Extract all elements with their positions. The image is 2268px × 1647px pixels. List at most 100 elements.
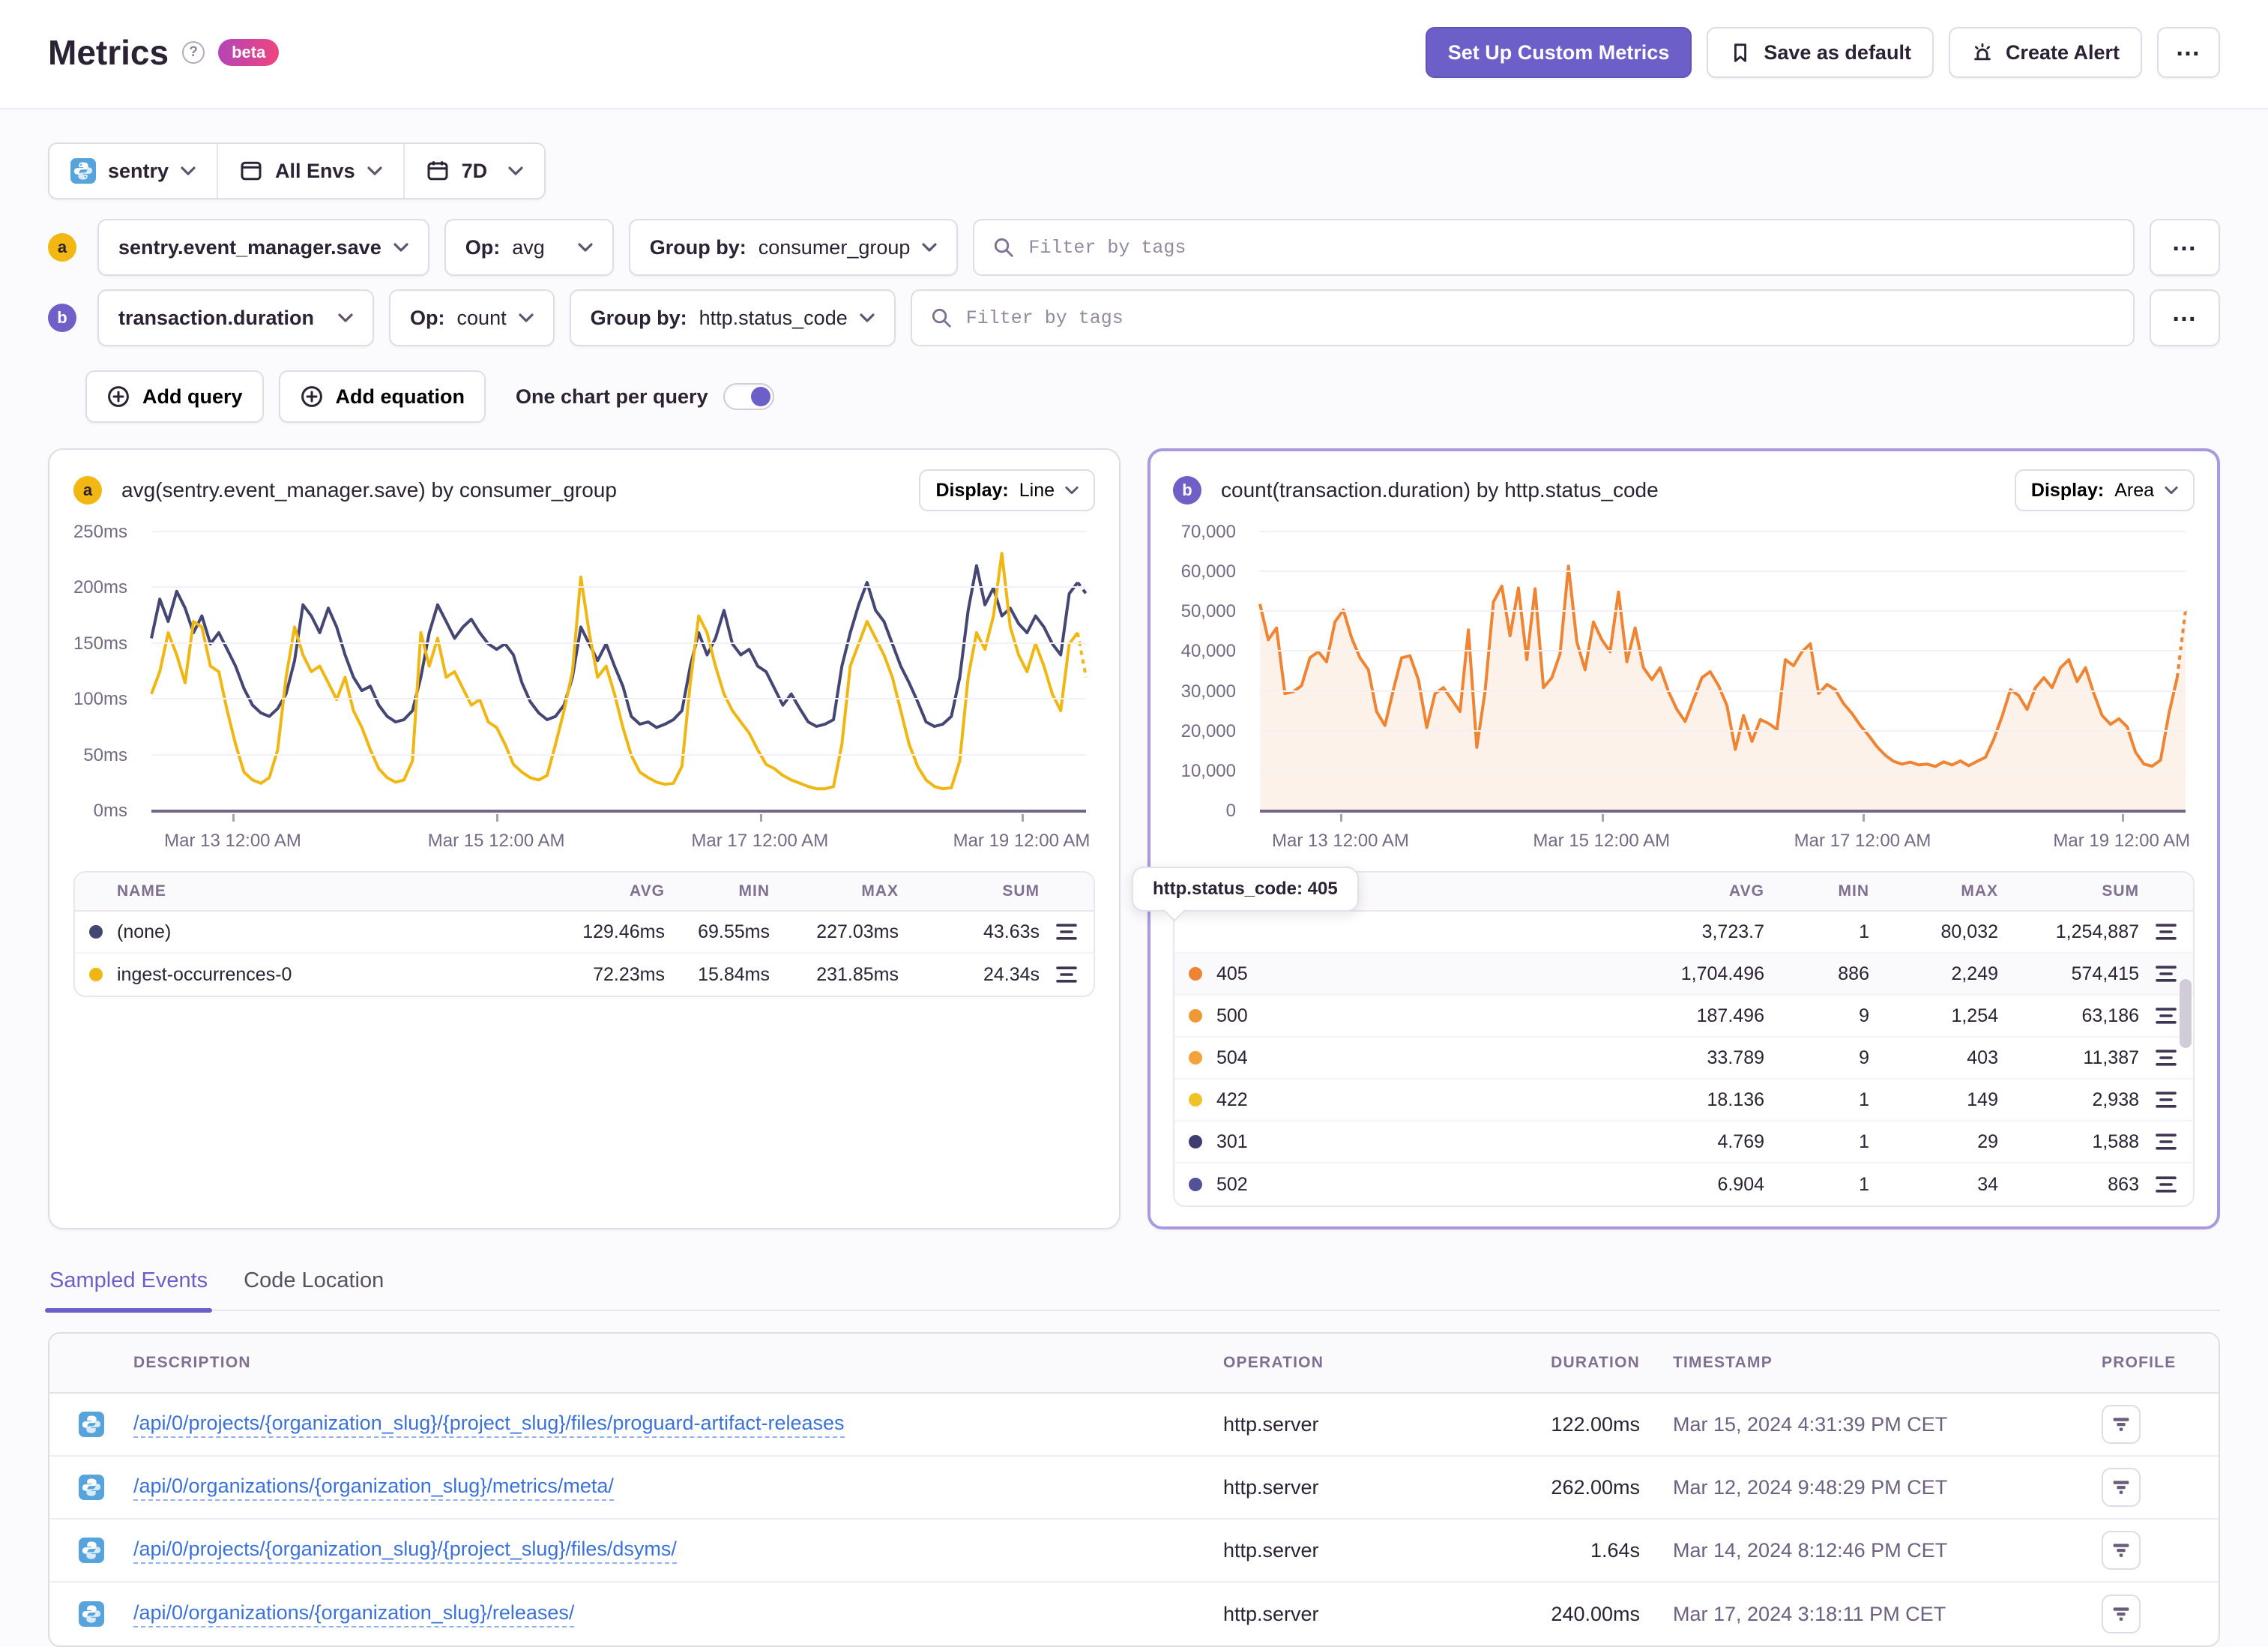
charts-row: a avg(sentry.event_manager.save) by cons… xyxy=(48,448,2220,1229)
query-actions-row: Add query Add equation One chart per que… xyxy=(85,370,2220,423)
plus-circle-icon xyxy=(300,385,324,409)
gridline xyxy=(1260,650,2186,652)
series-row[interactable]: 500 187.496 9 1,254 63,186 xyxy=(1174,996,2193,1038)
series-row[interactable]: ingest-occurrences-0 72.23ms 15.84ms 231… xyxy=(75,954,1094,996)
series-menu-icon[interactable] xyxy=(2139,1091,2193,1109)
event-description-link[interactable]: /api/0/projects/{organization_slug}/{pro… xyxy=(133,1538,677,1564)
series-row[interactable]: (none) 129.46ms 69.55ms 227.03ms 43.63s xyxy=(75,912,1094,954)
page-overflow-button[interactable]: … xyxy=(2157,27,2220,78)
series-summary-table-b: NAME AVG MIN MAX SUM 3,723.7 1 80,032 1,… xyxy=(1173,871,2195,1207)
series-menu-icon[interactable] xyxy=(2139,1049,2193,1067)
tag-filter-input-b[interactable] xyxy=(965,307,2115,329)
metric-select-b[interactable]: transaction.duration xyxy=(97,289,375,346)
x-tick-label: Mar 19 12:00 AM xyxy=(2053,831,2191,851)
plot-area-b[interactable] xyxy=(1260,531,2186,822)
series-menu-icon[interactable] xyxy=(2139,923,2193,941)
profile-button[interactable] xyxy=(2102,1595,2141,1634)
event-timestamp: Mar 14, 2024 8:12:46 PM CET xyxy=(1673,1538,1948,1562)
y-tick-label: 60,000 xyxy=(1180,561,1236,582)
series-menu-icon[interactable] xyxy=(2139,1175,2193,1193)
profile-button[interactable] xyxy=(2102,1405,2141,1444)
series-row[interactable]: 504 33.789 9 403 11,387 xyxy=(1174,1038,2193,1080)
metric-select-a[interactable]: sentry.event_manager.save xyxy=(97,219,429,276)
siren-icon xyxy=(1971,41,1994,64)
page-title: Metrics xyxy=(48,33,169,72)
series-menu-icon[interactable] xyxy=(1040,923,1094,941)
group-by-select-a[interactable]: Group by: consumer_group xyxy=(628,219,959,276)
chart-panel-a: a avg(sentry.event_manager.save) by cons… xyxy=(48,448,1121,1229)
area-chart-b: 0 10,000 20,000 30,000 40,000 50,000 60,000 70,… xyxy=(1173,522,2195,856)
query-row-b: b transaction.duration Op: count Group b… xyxy=(48,289,2220,346)
x-tick-label: Mar 15 12:00 AM xyxy=(427,831,565,851)
python-project-icon xyxy=(49,1475,133,1500)
bookmark-icon xyxy=(1729,41,1752,64)
window-icon xyxy=(239,159,263,183)
event-timestamp: Mar 15, 2024 4:31:39 PM CET xyxy=(1673,1412,1948,1436)
project-filter[interactable]: sentry xyxy=(49,144,217,198)
profile-button[interactable] xyxy=(2102,1468,2141,1507)
x-tick-label: Mar 15 12:00 AM xyxy=(1533,831,1671,851)
series-color-dot xyxy=(89,925,103,939)
series-row[interactable]: 405 1,704.496 886 2,249 574,415 xyxy=(1174,954,2193,996)
y-tick-label: 250ms xyxy=(73,522,127,542)
gridline xyxy=(151,531,1086,532)
series-row[interactable]: 301 4.769 1 29 1,588 xyxy=(1174,1121,2193,1163)
chevron-down-icon xyxy=(367,166,382,175)
tag-filter-input-a[interactable] xyxy=(1028,236,2115,259)
profile-button[interactable] xyxy=(2102,1531,2141,1570)
event-row: /api/0/projects/{organization_slug}/{pro… xyxy=(49,1520,2219,1583)
gridline xyxy=(151,698,1086,700)
chart-badge-a: a xyxy=(73,476,102,505)
add-equation-button[interactable]: Add equation xyxy=(278,370,486,423)
x-axis-b: Mar 13 12:00 AM Mar 15 12:00 AM Mar 17 12:… xyxy=(1260,831,2190,855)
python-project-icon xyxy=(70,158,96,184)
series-menu-icon[interactable] xyxy=(1040,966,1094,984)
tab-code-location[interactable]: Code Location xyxy=(242,1268,385,1310)
x-tick-mark xyxy=(2121,814,2124,822)
event-description-link[interactable]: /api/0/projects/{organization_slug}/{pro… xyxy=(133,1412,845,1438)
series-color-dot xyxy=(89,968,103,981)
col-min: MIN xyxy=(1838,882,1869,900)
event-row: /api/0/organizations/{organization_slug}… xyxy=(49,1457,2219,1520)
create-alert-button[interactable]: Create Alert xyxy=(1948,27,2142,78)
op-select-b[interactable]: Op: count xyxy=(389,289,555,346)
event-timestamp: Mar 17, 2024 3:18:11 PM CET xyxy=(1673,1602,1946,1625)
query-overflow-button-b[interactable]: … xyxy=(2150,289,2220,346)
date-range-filter[interactable]: 7D xyxy=(402,144,545,198)
table-scrollbar-thumb[interactable] xyxy=(2180,979,2192,1048)
series-menu-icon[interactable] xyxy=(2139,1133,2193,1151)
calendar-icon xyxy=(426,159,450,183)
environment-filter[interactable]: All Envs xyxy=(217,144,403,198)
event-description-link[interactable]: /api/0/organizations/{organization_slug}… xyxy=(133,1475,614,1501)
y-axis-b: 0 10,000 20,000 30,000 40,000 50,000 60,000 70,… xyxy=(1173,522,1248,821)
events-table-header: DESCRIPTION OPERATION DURATION TIMESTAMP… xyxy=(49,1334,2219,1394)
one-chart-per-query-toggle[interactable] xyxy=(723,383,774,410)
setup-custom-metrics-button[interactable]: Set Up Custom Metrics xyxy=(1425,27,1692,78)
event-description-link[interactable]: /api/0/organizations/{organization_slug}… xyxy=(133,1601,575,1628)
display-select-b[interactable]: Display: Area xyxy=(2014,469,2195,511)
col-sum: SUM xyxy=(1002,882,1040,900)
save-as-default-button[interactable]: Save as default xyxy=(1707,27,1934,78)
one-chart-per-query-label: One chart per query xyxy=(516,385,708,408)
event-operation: http.server xyxy=(1223,1538,1319,1562)
col-min: MIN xyxy=(738,882,770,900)
query-overflow-button-a[interactable]: … xyxy=(2150,219,2220,276)
tab-sampled-events[interactable]: Sampled Events xyxy=(45,1268,212,1312)
group-by-select-b[interactable]: Group by: http.status_code xyxy=(569,289,896,346)
plot-area-a[interactable] xyxy=(151,531,1086,822)
series-row[interactable]: 422 18.136 1 149 2,938 xyxy=(1174,1080,2193,1121)
op-select-a[interactable]: Op: avg xyxy=(444,219,614,276)
help-icon[interactable]: ? xyxy=(182,41,205,64)
chevron-down-icon xyxy=(393,243,408,252)
display-select-a[interactable]: Display: Line xyxy=(919,469,1095,511)
y-tick-label: 40,000 xyxy=(1180,641,1236,662)
series-summary-table-a: NAME AVG MIN MAX SUM (none) 129.46ms 69.… xyxy=(73,871,1095,997)
col-profile: PROFILE xyxy=(2102,1354,2177,1371)
topbar: Metrics ? beta Set Up Custom Metrics Sav… xyxy=(0,0,2268,109)
python-project-icon xyxy=(49,1412,133,1437)
series-row[interactable]: 502 6.904 1 34 863 xyxy=(1174,1163,2193,1205)
add-query-button[interactable]: Add query xyxy=(85,370,264,423)
chart-badge-b: b xyxy=(1173,476,1201,505)
series-tooltip: http.status_code: 405 xyxy=(1132,867,1359,912)
series-row[interactable]: 3,723.7 1 80,032 1,254,887 xyxy=(1174,912,2193,954)
